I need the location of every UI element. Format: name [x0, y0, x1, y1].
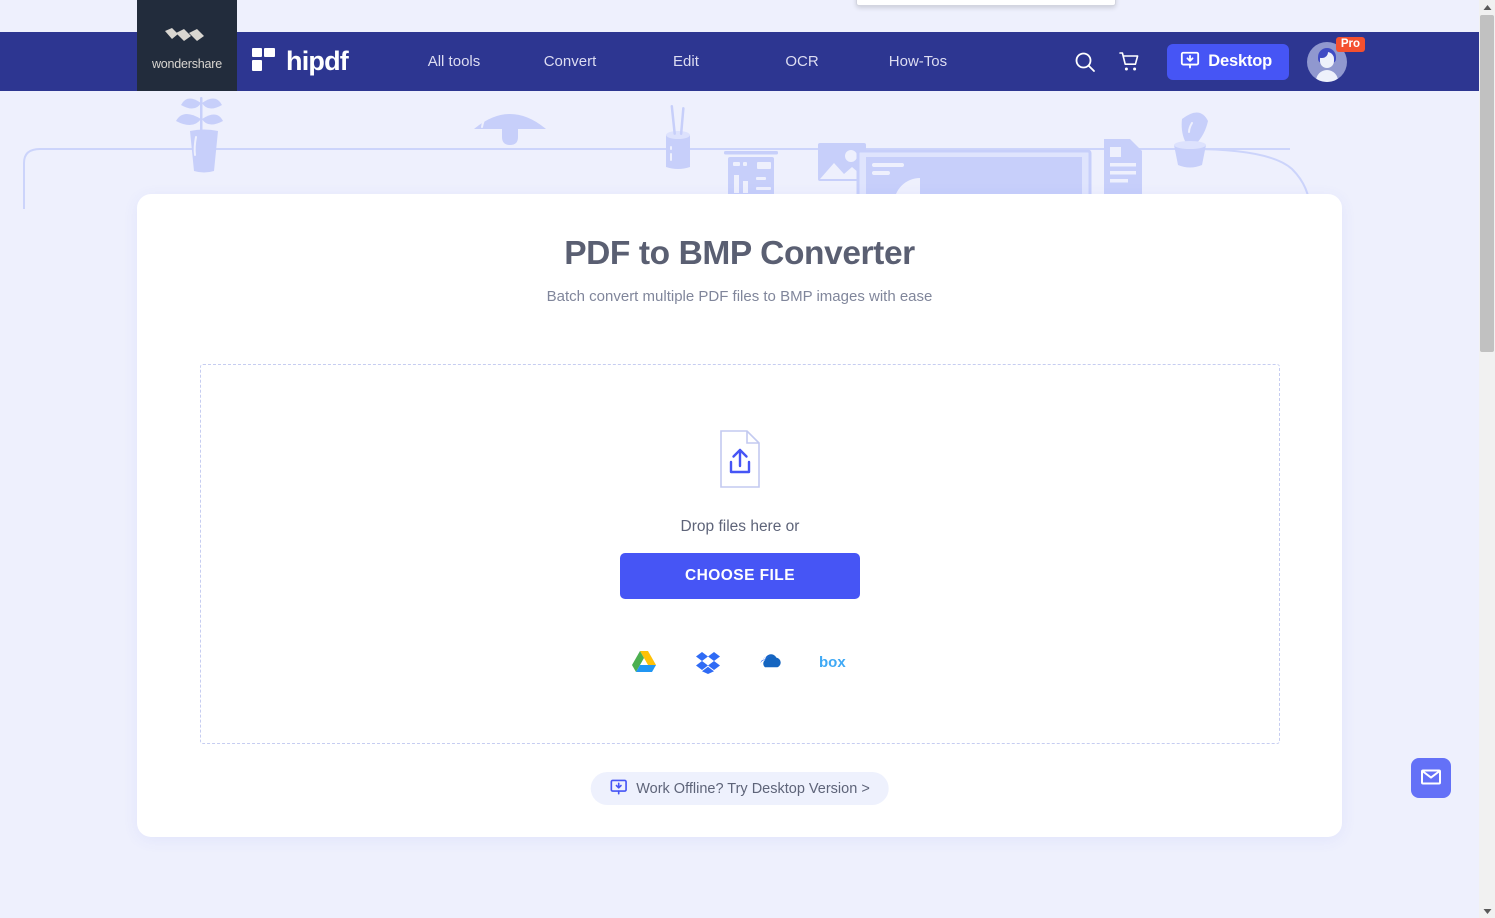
hipdf-brand-logo[interactable]: hipdf: [250, 46, 349, 78]
user-account-avatar[interactable]: Pro: [1307, 36, 1365, 82]
wondershare-wordmark: wondershare: [151, 56, 223, 71]
wondershare-logo-block[interactable]: wondershare: [137, 0, 237, 91]
page-title: PDF to BMP Converter: [564, 235, 915, 272]
cut-off-overlay-panel: [856, 0, 1116, 6]
scroll-up-arrow-icon[interactable]: [1479, 0, 1495, 14]
wondershare-w-mark-icon: [163, 27, 211, 50]
nav-item-all-tools[interactable]: All tools: [396, 45, 512, 78]
nav-item-how-tos[interactable]: How-Tos: [860, 45, 976, 78]
google-drive-icon[interactable]: [627, 645, 661, 679]
svg-text:box: box: [819, 654, 846, 671]
cloud-source-row: box: [627, 645, 853, 679]
try-desktop-version-button[interactable]: Work Offline? Try Desktop Version >: [590, 772, 889, 805]
monitor-download-icon: [609, 778, 627, 799]
onedrive-icon[interactable]: [755, 645, 789, 679]
pro-status-badge: Pro: [1335, 36, 1365, 53]
box-icon[interactable]: box: [819, 645, 853, 679]
desktop-download-button[interactable]: Desktop: [1167, 43, 1289, 80]
desktop-button-label: Desktop: [1208, 52, 1272, 70]
nav-item-convert[interactable]: Convert: [512, 45, 628, 78]
choose-file-button[interactable]: CHOOSE FILE: [620, 553, 860, 599]
scroll-down-arrow-icon[interactable]: [1479, 904, 1495, 918]
nav-right-actions: Desktop Pro: [1063, 36, 1365, 84]
nav-item-ocr[interactable]: OCR: [744, 45, 860, 78]
page-subtitle: Batch convert multiple PDF files to BMP …: [546, 288, 933, 305]
file-upload-icon: [717, 429, 763, 494]
contact-support-button[interactable]: [1411, 758, 1451, 798]
dropbox-icon[interactable]: [691, 645, 725, 679]
envelope-icon: [1421, 769, 1441, 788]
hipdf-wordmark: hipdf: [286, 46, 349, 76]
nav-item-edit[interactable]: Edit: [628, 45, 744, 78]
monitor-download-icon: [1180, 50, 1200, 73]
file-dropzone[interactable]: Drop files here or CHOOSE FILE box: [200, 364, 1280, 744]
hipdf-square-mark-icon: [250, 46, 277, 78]
drop-files-label: Drop files here or: [680, 518, 800, 535]
converter-card: PDF to BMP Converter Batch convert multi…: [137, 194, 1342, 837]
nav-links: All tools Convert Edit OCR How-Tos: [396, 45, 976, 78]
try-desktop-version-label: Work Offline? Try Desktop Version >: [636, 780, 870, 797]
vertical-scrollbar[interactable]: [1479, 0, 1495, 918]
scrollbar-thumb[interactable]: [1480, 15, 1494, 352]
shopping-cart-icon[interactable]: [1107, 40, 1151, 84]
decorative-desk-illustration: [0, 91, 1479, 211]
search-icon[interactable]: [1063, 40, 1107, 84]
